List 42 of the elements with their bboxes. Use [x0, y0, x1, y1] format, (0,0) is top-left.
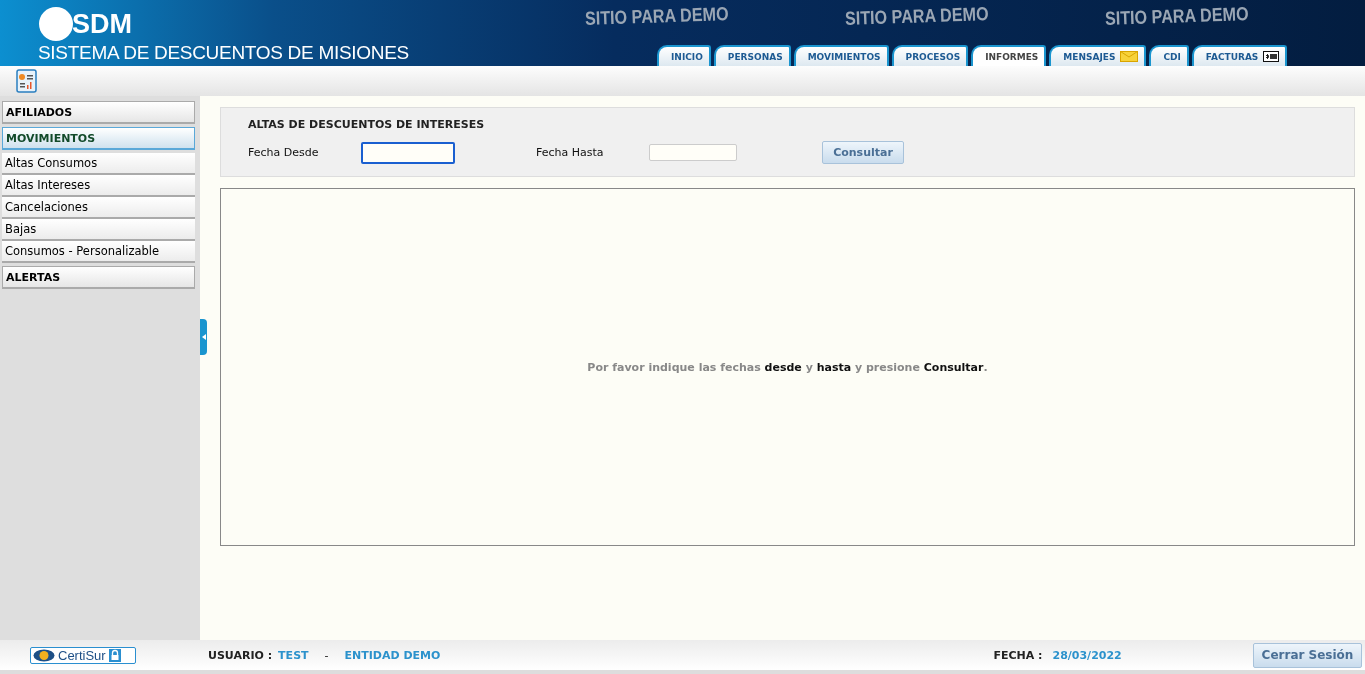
user-value: TEST: [278, 648, 309, 662]
sidebar-section[interactable]: MOVIMIENTOS: [2, 127, 195, 150]
instruction-text: Por favor indique las fechas desde y hasta y presione Consultar.: [587, 360, 988, 374]
consult-button[interactable]: Consultar: [822, 141, 904, 164]
system-title: SISTEMA DE DESCUENTOS DE MISIONES: [38, 42, 410, 64]
field-label: Fecha Desde: [248, 146, 320, 159]
nav-tab[interactable]: INICIO: [657, 45, 711, 66]
nav-tab[interactable]: CDI: [1149, 45, 1189, 66]
nav-tab[interactable]: MOVIMIENTOS: [793, 45, 889, 66]
date-field[interactable]: [361, 141, 455, 164]
date-value: 28/03/2022: [1052, 648, 1122, 662]
nav-tab[interactable]: MENSAJES: [1049, 45, 1147, 66]
sidebar-item[interactable]: Bajas: [2, 219, 195, 241]
nav-tab[interactable]: PERSONAS: [713, 45, 791, 66]
demo-label: SITIO PARA DEMO: [1104, 2, 1250, 30]
logout-button[interactable]: Cerrar Sesión: [1253, 642, 1362, 668]
separator-text: -: [324, 648, 329, 662]
money-icon: [1263, 51, 1280, 62]
sidebar-item[interactable]: Altas Consumos: [2, 153, 195, 175]
badge-text: CertiSur: [58, 647, 106, 663]
lock-icon: [108, 648, 121, 662]
sidebar-item[interactable]: Cancelaciones: [2, 197, 195, 219]
nav-tab[interactable]: PROCESOS: [891, 45, 969, 66]
logo-text: SDM: [72, 8, 132, 40]
report-icon[interactable]: [16, 69, 37, 93]
sidebar-section[interactable]: ALERTAS: [2, 266, 195, 289]
certisur-badge[interactable]: CertiSur: [30, 646, 136, 664]
globe-icon: [33, 648, 55, 662]
demo-label: SITIO PARA DEMO: [584, 2, 730, 30]
sidebar-item[interactable]: Altas Intereses: [2, 175, 195, 197]
envelope-icon: [1120, 51, 1139, 62]
date-label: FECHA :: [993, 648, 1043, 662]
sidebar-item[interactable]: Consumos - Personalizable: [2, 241, 195, 263]
nav-tab[interactable]: INFORMES: [971, 45, 1047, 66]
sidebar-section[interactable]: AFILIADOS: [2, 101, 195, 124]
entity-value: ENTIDAD DEMO: [344, 648, 441, 662]
nav-tab[interactable]: FACTURAS: [1191, 45, 1288, 66]
form-title: ALTAS DE DESCUENTOS DE INTERESES: [248, 118, 486, 131]
demo-label: SITIO PARA DEMO: [844, 2, 990, 30]
user-label: USUARIO :: [208, 648, 273, 662]
field-label: Fecha Hasta: [536, 146, 605, 159]
collapse-handle[interactable]: [200, 319, 207, 355]
